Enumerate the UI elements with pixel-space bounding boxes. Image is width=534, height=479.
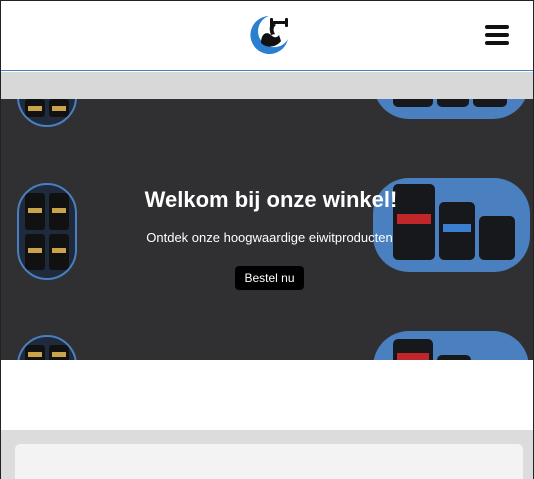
product-image-tubs — [17, 99, 77, 127]
flexed-arm-dumbbell-logo-icon[interactable] — [247, 13, 291, 57]
menu-line — [485, 41, 509, 45]
hero-subtitle: Ontdek onze hoogwaardige eiwitproducten — [146, 230, 393, 245]
content-spacer — [1, 360, 533, 430]
hero-banner: Welkom bij onze winkel! Ontdek onze hoog… — [1, 99, 533, 360]
content-card — [15, 444, 523, 479]
product-image-jars — [373, 99, 529, 119]
menu-line — [485, 25, 509, 29]
site-header — [1, 1, 533, 71]
header-divider-strip — [1, 72, 533, 99]
hamburger-menu-icon[interactable] — [485, 25, 509, 47]
content-section — [1, 430, 533, 479]
hero-title: Welkom bij onze winkel! — [144, 187, 398, 212]
order-now-button[interactable]: Bestel nu — [235, 266, 304, 290]
product-image-tubs — [17, 335, 77, 360]
menu-line — [485, 33, 509, 37]
product-image-jars — [373, 331, 529, 360]
